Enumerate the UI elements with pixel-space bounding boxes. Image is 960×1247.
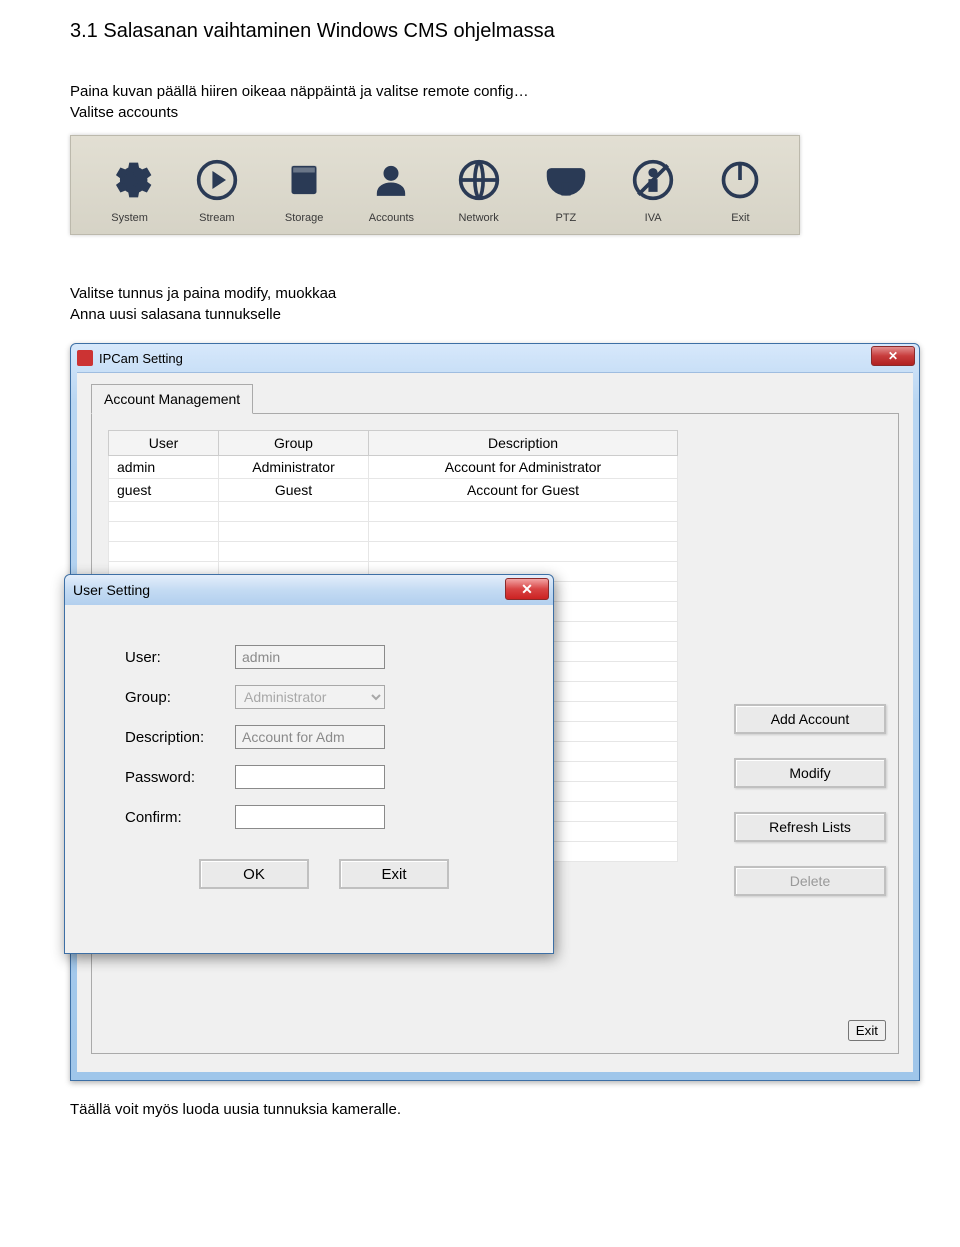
window-title: IPCam Setting xyxy=(99,351,183,366)
dialog-close-button[interactable]: ✕ xyxy=(505,578,549,600)
storage-icon xyxy=(280,156,328,204)
user-icon xyxy=(367,156,415,204)
dialog-title: User Setting xyxy=(73,582,150,598)
toolbar-item-exit[interactable]: Exit xyxy=(712,156,769,224)
add-account-button[interactable]: Add Account xyxy=(734,704,886,734)
toolbar-label: Storage xyxy=(285,212,324,224)
description-field xyxy=(235,725,385,749)
toolbar-label: IVA xyxy=(645,212,662,224)
label-password: Password: xyxy=(125,769,235,786)
toolbar-item-stream[interactable]: Stream xyxy=(188,156,245,224)
mid-line1: Valitse tunnus ja paina modify, muokkaa xyxy=(70,285,890,302)
col-group[interactable]: Group xyxy=(219,431,369,456)
window-titlebar: IPCam Setting ✕ xyxy=(71,344,919,372)
col-user[interactable]: User xyxy=(109,431,219,456)
label-user: User: xyxy=(125,649,235,666)
password-field[interactable] xyxy=(235,765,385,789)
ipcam-setting-window: IPCam Setting ✕ Account Management User … xyxy=(70,343,920,1081)
confirm-field[interactable] xyxy=(235,805,385,829)
config-toolbar: System Stream Storage Accounts Network P… xyxy=(70,135,800,235)
iva-icon xyxy=(629,156,677,204)
intro-line1: Paina kuvan päällä hiiren oikeaa näppäin… xyxy=(70,83,890,100)
globe-icon xyxy=(455,156,503,204)
table-row[interactable]: guest Guest Account for Guest xyxy=(109,479,678,502)
label-confirm: Confirm: xyxy=(125,809,235,826)
exit-button[interactable]: Exit xyxy=(848,1020,886,1041)
ok-button[interactable]: OK xyxy=(199,859,309,889)
page-heading: 3.1 Salasanan vaihtaminen Windows CMS oh… xyxy=(70,20,890,43)
mid-line2: Anna uusi salasana tunnukselle xyxy=(70,306,890,323)
toolbar-label: PTZ xyxy=(555,212,576,224)
camera-icon xyxy=(542,156,590,204)
account-panel: User Group Description admin Administrat… xyxy=(91,414,899,1054)
label-group: Group: xyxy=(125,689,235,706)
delete-button[interactable]: Delete xyxy=(734,866,886,896)
dialog-titlebar: User Setting ✕ xyxy=(65,575,553,605)
toolbar-item-accounts[interactable]: Accounts xyxy=(363,156,420,224)
toolbar-item-network[interactable]: Network xyxy=(450,156,507,224)
java-icon xyxy=(77,350,93,366)
toolbar-label: Stream xyxy=(199,212,234,224)
toolbar-item-ptz[interactable]: PTZ xyxy=(537,156,594,224)
group-select: Administrator xyxy=(235,685,385,709)
tab-account-management[interactable]: Account Management xyxy=(91,384,253,414)
toolbar-label: Network xyxy=(458,212,498,224)
footer-text: Täällä voit myös luoda uusia tunnuksia k… xyxy=(70,1101,890,1118)
toolbar-item-storage[interactable]: Storage xyxy=(276,156,333,224)
toolbar-item-system[interactable]: System xyxy=(101,156,158,224)
modify-button[interactable]: Modify xyxy=(734,758,886,788)
user-setting-dialog: User Setting ✕ User: Group: Administrato… xyxy=(64,574,554,954)
toolbar-label: Accounts xyxy=(369,212,414,224)
toolbar-item-iva[interactable]: IVA xyxy=(625,156,682,224)
user-field xyxy=(235,645,385,669)
table-row[interactable]: admin Administrator Account for Administ… xyxy=(109,456,678,479)
label-description: Description: xyxy=(125,729,235,746)
intro-line2: Valitse accounts xyxy=(70,104,890,121)
refresh-lists-button[interactable]: Refresh Lists xyxy=(734,812,886,842)
col-description[interactable]: Description xyxy=(369,431,678,456)
toolbar-label: Exit xyxy=(731,212,749,224)
play-icon xyxy=(193,156,241,204)
dialog-exit-button[interactable]: Exit xyxy=(339,859,449,889)
window-close-button[interactable]: ✕ xyxy=(871,346,915,366)
side-button-column: Add Account Modify Refresh Lists Delete xyxy=(734,704,886,896)
power-icon xyxy=(716,156,764,204)
toolbar-label: System xyxy=(111,212,148,224)
gear-icon xyxy=(106,156,154,204)
